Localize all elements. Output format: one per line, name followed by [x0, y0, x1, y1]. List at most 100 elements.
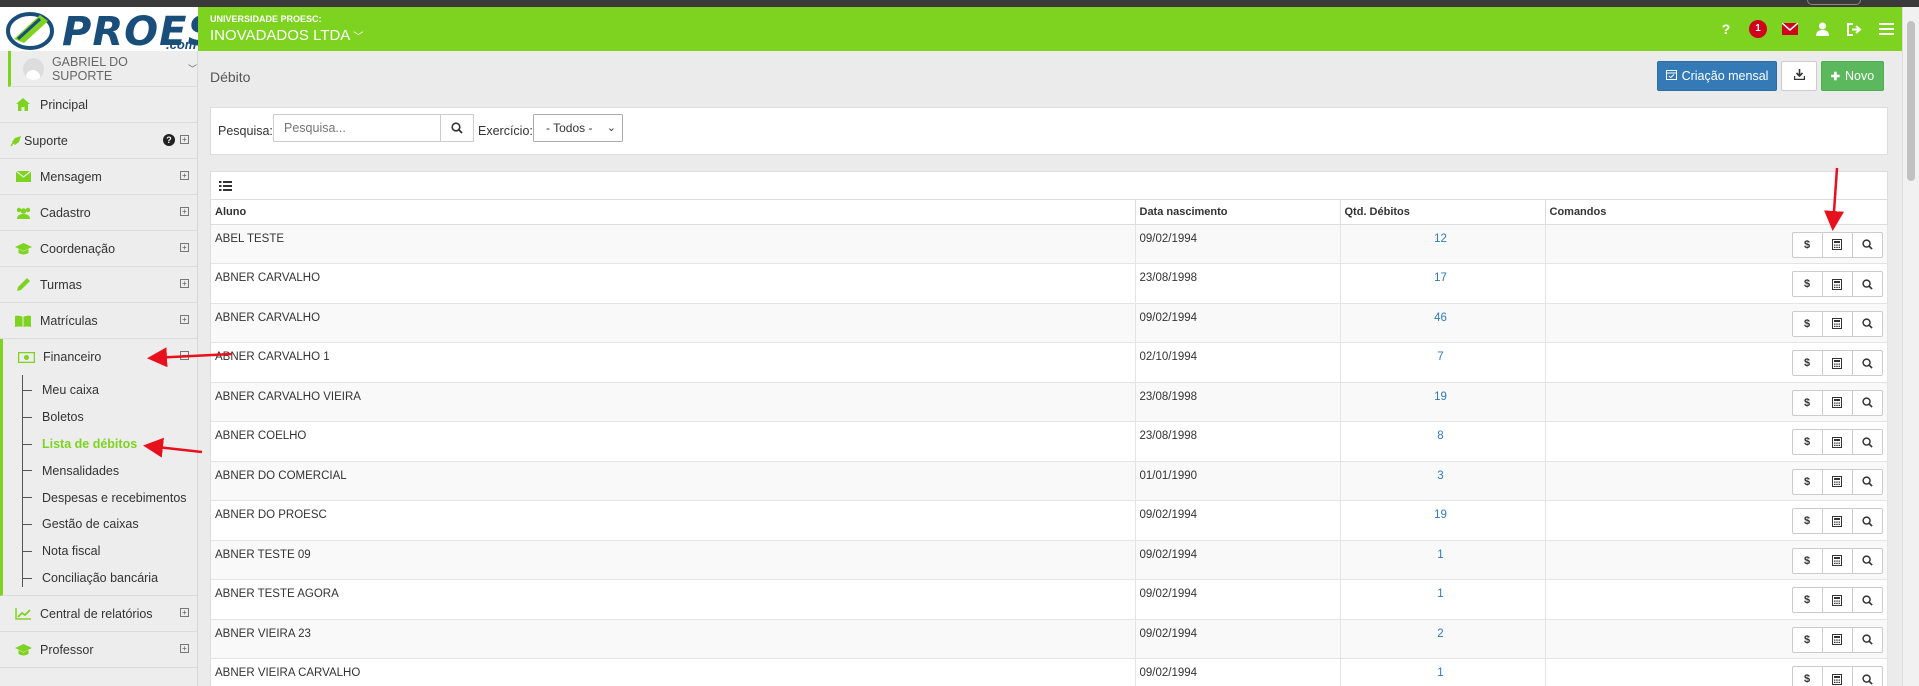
calculator-button[interactable] — [1821, 350, 1853, 376]
view-details-button[interactable] — [1851, 231, 1883, 258]
sidebar-item-principal[interactable]: Principal — [0, 87, 197, 123]
sidebar-item-mensagem[interactable]: Mensagem + — [0, 159, 197, 195]
question-circle-icon[interactable]: ? — [163, 134, 175, 146]
submenu-item-boletos[interactable]: Boletos — [3, 404, 197, 431]
novo-button[interactable]: ✚ Novo — [1821, 61, 1884, 91]
org-selector[interactable]: INOVADADOS LTDA ﹀ — [210, 27, 363, 44]
mail-icon[interactable] — [1774, 23, 1806, 35]
cell-qtd-debitos[interactable]: 3 — [1340, 461, 1546, 501]
expand-plus-icon[interactable]: + — [180, 171, 189, 180]
cell-qtd-debitos[interactable]: 8 — [1340, 421, 1546, 462]
logout-icon[interactable] — [1838, 22, 1870, 36]
calculator-button[interactable] — [1821, 626, 1853, 653]
cell-qtd-debitos[interactable]: 12 — [1340, 224, 1546, 264]
vertical-scrollbar[interactable] — [1902, 7, 1919, 686]
search-button[interactable] — [440, 114, 474, 142]
scrollbar-thumb[interactable] — [1907, 21, 1915, 181]
submenu-item-despesas-e-recebimentos[interactable]: Despesas e recebimentos — [3, 484, 197, 511]
sidebar-item-turmas[interactable]: Turmas + — [0, 267, 197, 303]
sidebar-item-cadastro[interactable]: Cadastro + — [0, 195, 197, 231]
calculator-button[interactable] — [1821, 231, 1853, 258]
collapse-minus-icon[interactable]: − — [180, 351, 189, 360]
submenu-item-mensalidades[interactable]: Mensalidades — [3, 457, 197, 484]
view-details-button[interactable] — [1851, 271, 1883, 297]
proesc-logo[interactable]: PROESC .com — [0, 7, 198, 51]
view-details-button[interactable] — [1851, 587, 1883, 613]
expand-plus-icon[interactable]: + — [180, 207, 189, 216]
column-header-data-nascimento[interactable]: Data nascimento — [1135, 200, 1341, 225]
view-details-button[interactable] — [1851, 350, 1883, 376]
cell-qtd-debitos[interactable]: 7 — [1340, 342, 1546, 383]
view-details-button[interactable] — [1851, 429, 1883, 455]
search-input[interactable] — [273, 114, 441, 142]
view-details-button[interactable] — [1851, 389, 1883, 416]
sidebar-item-label: Turmas — [40, 277, 82, 292]
view-details-button[interactable] — [1851, 666, 1883, 686]
pay-dollar-button[interactable]: $ — [1791, 310, 1823, 337]
expand-plus-icon[interactable]: + — [180, 135, 189, 144]
calculator-button[interactable] — [1821, 547, 1853, 574]
submenu-item-conciliacao-bancaria[interactable]: Conciliação bancária — [3, 565, 197, 592]
view-details-button[interactable] — [1851, 310, 1883, 337]
pay-dollar-button[interactable]: $ — [1791, 468, 1823, 495]
hamburger-menu-icon[interactable] — [1870, 23, 1902, 35]
cell-qtd-debitos[interactable]: 19 — [1340, 500, 1546, 541]
expand-plus-icon[interactable]: + — [180, 315, 189, 324]
pay-dollar-button[interactable]: $ — [1791, 508, 1823, 534]
user-menu[interactable]: GABRIEL DO SUPORTE ﹀ — [8, 51, 197, 87]
pay-dollar-button[interactable]: $ — [1791, 666, 1823, 686]
pay-dollar-button[interactable]: $ — [1791, 231, 1823, 258]
calculator-button[interactable] — [1821, 468, 1853, 495]
sidebar-item-professor[interactable]: Professor + — [0, 632, 197, 669]
sidebar-item-coordenacao[interactable]: Coordenação + — [0, 231, 197, 267]
cell-data-nascimento: 23/08/1998 — [1135, 382, 1341, 422]
view-details-button[interactable] — [1851, 547, 1883, 574]
window-tab-handle[interactable] — [1807, 0, 1861, 5]
calculator-button[interactable] — [1821, 508, 1853, 534]
download-button[interactable] — [1781, 61, 1817, 91]
pay-dollar-button[interactable]: $ — [1791, 626, 1823, 653]
list-icon[interactable] — [219, 180, 232, 191]
submenu-item-meu-caixa[interactable]: Meu caixa — [3, 377, 197, 404]
pay-dollar-button[interactable]: $ — [1791, 547, 1823, 574]
calculator-button[interactable] — [1821, 666, 1853, 686]
submenu-item-lista-de-debitos[interactable]: Lista de débitos — [3, 431, 197, 458]
pay-dollar-button[interactable]: $ — [1791, 271, 1823, 297]
cell-qtd-debitos[interactable]: 1 — [1340, 579, 1546, 620]
user-icon[interactable] — [1806, 22, 1838, 36]
column-header-aluno[interactable]: Aluno — [211, 200, 1136, 225]
cell-qtd-debitos[interactable]: 46 — [1340, 303, 1546, 343]
cell-qtd-debitos[interactable]: 1 — [1340, 658, 1546, 686]
calculator-button[interactable] — [1821, 587, 1853, 613]
exercicio-select[interactable]: - Todos - ⌄ — [533, 114, 623, 142]
cell-qtd-debitos[interactable]: 17 — [1340, 263, 1546, 304]
expand-plus-icon[interactable]: + — [180, 644, 189, 654]
sidebar-item-financeiro[interactable]: Financeiro − — [0, 339, 197, 375]
expand-plus-icon[interactable]: + — [180, 279, 189, 288]
expand-plus-icon[interactable]: + — [180, 243, 189, 252]
pay-dollar-button[interactable]: $ — [1791, 350, 1823, 376]
expand-plus-icon[interactable]: + — [180, 608, 189, 618]
calculator-button[interactable] — [1821, 429, 1853, 455]
cell-qtd-debitos[interactable]: 2 — [1340, 619, 1546, 659]
column-header-qtd-debitos[interactable]: Qtd. Débitos — [1340, 200, 1546, 225]
cell-qtd-debitos[interactable]: 1 — [1340, 540, 1546, 580]
sidebar-item-suporte[interactable]: Suporte ? + — [0, 123, 197, 159]
submenu-item-nota-fiscal[interactable]: Nota fiscal — [3, 538, 197, 565]
pay-dollar-button[interactable]: $ — [1791, 389, 1823, 416]
submenu-item-gestao-de-caixas[interactable]: Gestão de caixas — [3, 511, 197, 538]
pay-dollar-button[interactable]: $ — [1791, 429, 1823, 455]
calculator-button[interactable] — [1821, 310, 1853, 337]
view-details-button[interactable] — [1851, 508, 1883, 534]
view-details-button[interactable] — [1851, 468, 1883, 495]
calculator-button[interactable] — [1821, 389, 1853, 416]
help-icon[interactable]: ? — [1710, 21, 1742, 37]
view-details-button[interactable] — [1851, 626, 1883, 653]
calculator-button[interactable] — [1821, 271, 1853, 297]
sidebar-item-central-de-relatorios[interactable]: Central de relatórios + — [0, 596, 197, 633]
sidebar-item-matriculas[interactable]: Matrículas + — [0, 303, 197, 339]
criacao-mensal-button[interactable]: Criação mensal — [1657, 61, 1777, 91]
notifications-button[interactable]: 1 — [1742, 20, 1774, 38]
cell-qtd-debitos[interactable]: 19 — [1340, 382, 1546, 422]
pay-dollar-button[interactable]: $ — [1791, 587, 1823, 613]
